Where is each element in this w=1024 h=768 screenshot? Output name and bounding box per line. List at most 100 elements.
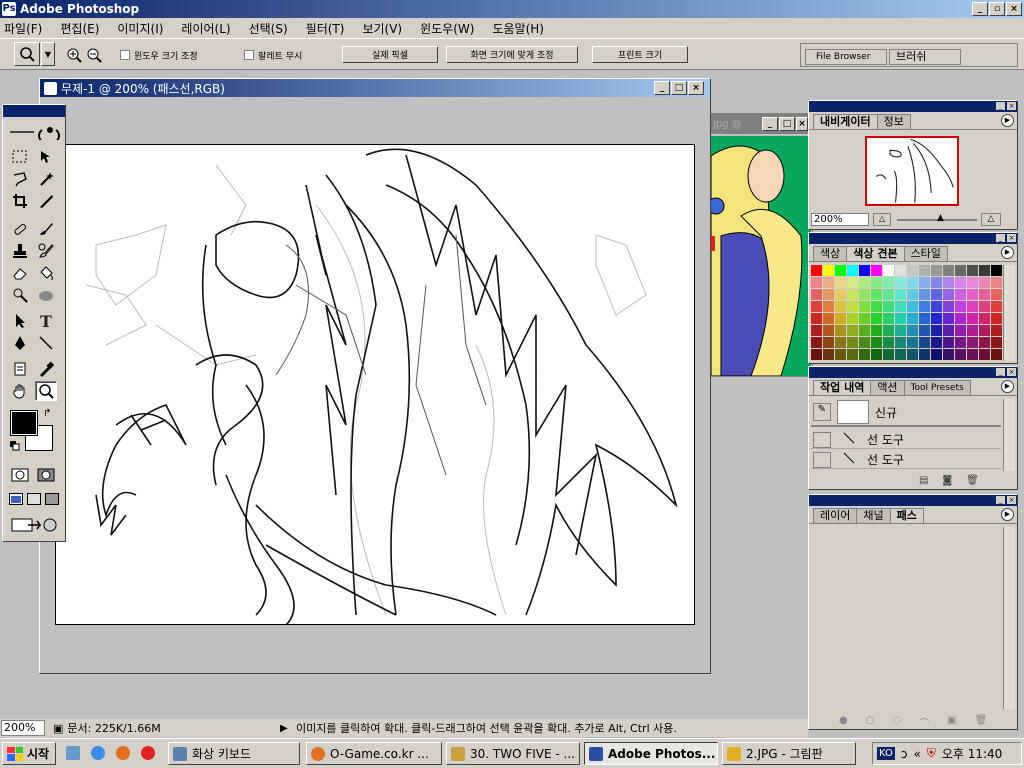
fill-path-icon[interactable]: ● bbox=[839, 715, 848, 730]
paths-scrollbar[interactable] bbox=[1003, 527, 1015, 709]
swatch[interactable] bbox=[859, 313, 870, 324]
swatches-scrollbar[interactable] bbox=[1003, 265, 1015, 361]
tab-brushes[interactable]: 브러쉬 bbox=[889, 49, 961, 65]
brush-tool-icon[interactable] bbox=[35, 219, 57, 239]
status-zoom-field[interactable]: 200% bbox=[1, 720, 45, 736]
adobe-online-icon[interactable] bbox=[7, 119, 61, 141]
palette-minimize-button[interactable]: _ bbox=[996, 496, 1005, 504]
swatch[interactable] bbox=[955, 337, 966, 348]
doc-minimize-button[interactable]: _ bbox=[654, 81, 670, 95]
swatch[interactable] bbox=[871, 289, 882, 300]
swatch[interactable] bbox=[871, 301, 882, 312]
swatch[interactable] bbox=[859, 265, 870, 276]
menu-layer[interactable]: 레이어(L) bbox=[181, 20, 230, 37]
palette-menu-icon[interactable]: ▶ bbox=[1001, 508, 1014, 521]
history-brush-source-icon[interactable]: ✎ bbox=[813, 403, 831, 421]
palette-close-button[interactable]: × bbox=[1007, 234, 1016, 242]
palette-menu-icon[interactable]: ▶ bbox=[1001, 380, 1014, 393]
swatch[interactable] bbox=[871, 325, 882, 336]
swatch[interactable] bbox=[847, 277, 858, 288]
swatch[interactable] bbox=[967, 289, 978, 300]
swatch[interactable] bbox=[835, 289, 846, 300]
default-colors-icon[interactable] bbox=[10, 441, 20, 451]
swatch[interactable] bbox=[979, 289, 990, 300]
tool-preset-picker[interactable] bbox=[14, 42, 40, 66]
swatch[interactable] bbox=[979, 325, 990, 336]
swatch[interactable] bbox=[967, 277, 978, 288]
doc2-close-button[interactable]: × bbox=[796, 117, 808, 131]
swatch[interactable] bbox=[919, 277, 930, 288]
tab-tool-presets[interactable]: Tool Presets bbox=[903, 380, 971, 395]
navigator-titlebar[interactable]: _ × bbox=[809, 101, 1017, 112]
history-item[interactable]: 선 도구 bbox=[811, 431, 1001, 449]
fit-on-screen-button[interactable]: 화면 크기에 맞게 조정 bbox=[446, 46, 578, 63]
hand-tool-icon[interactable] bbox=[9, 381, 31, 401]
swatch[interactable] bbox=[895, 301, 906, 312]
swatch[interactable] bbox=[823, 265, 834, 276]
history-titlebar[interactable]: _ × bbox=[809, 367, 1017, 378]
swatches-titlebar[interactable]: _ × bbox=[809, 233, 1017, 244]
create-snapshot-icon[interactable]: ◙ bbox=[942, 475, 952, 486]
swatch[interactable] bbox=[931, 337, 942, 348]
tab-navigator[interactable]: 내비게이터 bbox=[813, 114, 878, 129]
task-photoshop[interactable]: Adobe Photos... bbox=[584, 742, 718, 765]
palette-close-button[interactable]: × bbox=[1007, 496, 1016, 504]
swatch[interactable] bbox=[943, 313, 954, 324]
swatch[interactable] bbox=[835, 265, 846, 276]
swatch[interactable] bbox=[895, 325, 906, 336]
swatch[interactable] bbox=[943, 349, 954, 360]
tab-layers[interactable]: 레이어 bbox=[813, 508, 858, 523]
security-shield-icon[interactable]: ⛨ bbox=[927, 746, 936, 761]
palette-close-button[interactable]: × bbox=[1007, 368, 1016, 376]
task-paint[interactable]: 2.JPG - 그림판 bbox=[722, 742, 856, 765]
swatch[interactable] bbox=[967, 325, 978, 336]
swatch[interactable] bbox=[979, 277, 990, 288]
swatch[interactable] bbox=[943, 337, 954, 348]
swatch[interactable] bbox=[895, 337, 906, 348]
swatch[interactable] bbox=[919, 349, 930, 360]
swatch[interactable] bbox=[919, 301, 930, 312]
menu-window[interactable]: 윈도우(W) bbox=[420, 20, 474, 37]
swatch[interactable] bbox=[907, 313, 918, 324]
swatch[interactable] bbox=[883, 337, 894, 348]
swatch[interactable] bbox=[991, 313, 1002, 324]
swatch[interactable] bbox=[943, 301, 954, 312]
swatch[interactable] bbox=[931, 265, 942, 276]
swatch[interactable] bbox=[931, 289, 942, 300]
swatch[interactable] bbox=[967, 313, 978, 324]
delete-state-icon[interactable]: 🗑 bbox=[966, 475, 979, 486]
menu-file[interactable]: 파일(F) bbox=[4, 20, 42, 37]
swatch[interactable] bbox=[811, 337, 822, 348]
path-select-icon[interactable] bbox=[9, 311, 31, 331]
swatch[interactable] bbox=[871, 265, 882, 276]
swap-colors-icon[interactable]: ↱ bbox=[43, 408, 51, 419]
tray-expand-icon[interactable]: « bbox=[913, 747, 920, 761]
actual-pixels-button[interactable]: 실제 픽셀 bbox=[342, 46, 438, 63]
screen-mode-full-menu-icon[interactable] bbox=[25, 489, 43, 509]
swatch[interactable] bbox=[907, 301, 918, 312]
menu-image[interactable]: 이미지(I) bbox=[117, 20, 163, 37]
swatch[interactable] bbox=[847, 337, 858, 348]
swatch[interactable] bbox=[991, 337, 1002, 348]
menu-select[interactable]: 선택(S) bbox=[249, 20, 288, 37]
screen-mode-standard-icon[interactable] bbox=[7, 489, 25, 509]
clock[interactable]: 오후 11:40 bbox=[942, 745, 1002, 762]
swatch[interactable] bbox=[907, 325, 918, 336]
swatch[interactable] bbox=[955, 325, 966, 336]
notes-tool-icon[interactable] bbox=[9, 359, 31, 379]
swatch[interactable] bbox=[835, 301, 846, 312]
document-window[interactable]: 무제-1 @ 200% (패스선,RGB) _ □ × bbox=[39, 78, 711, 674]
swatch[interactable] bbox=[811, 277, 822, 288]
restore-button[interactable]: ▫ bbox=[989, 2, 1005, 16]
swatch[interactable] bbox=[895, 313, 906, 324]
history-brush-source-box[interactable] bbox=[813, 451, 831, 468]
swatch[interactable] bbox=[835, 325, 846, 336]
document2-titlebar[interactable]: jpg @ _ □ × bbox=[709, 114, 812, 134]
load-path-selection-icon[interactable]: ◌ bbox=[892, 715, 901, 730]
swatch[interactable] bbox=[955, 349, 966, 360]
swatch[interactable] bbox=[991, 265, 1002, 276]
swatch[interactable] bbox=[859, 349, 870, 360]
swatch[interactable] bbox=[859, 277, 870, 288]
status-menu-arrow-icon[interactable]: ▶ bbox=[280, 723, 288, 734]
palette-minimize-button[interactable]: _ bbox=[996, 102, 1005, 110]
